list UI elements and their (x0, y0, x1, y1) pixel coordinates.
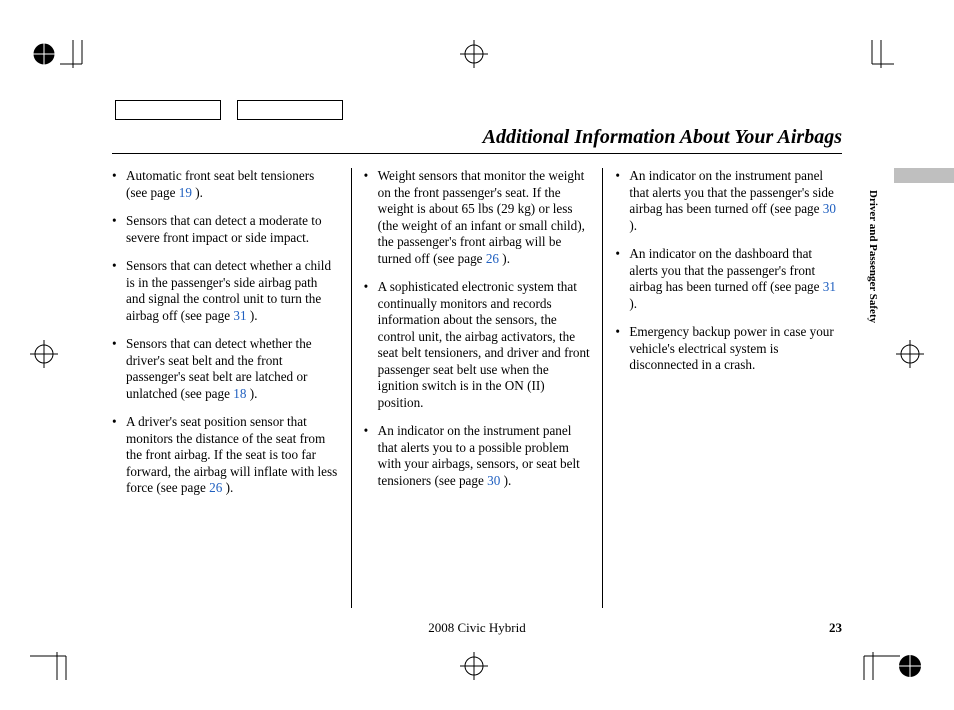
list-item: Sensors that can detect a moderate to se… (112, 213, 339, 246)
reg-mark-right (896, 340, 924, 368)
column-1: Automatic front seat belt tensioners (se… (112, 168, 351, 608)
page-ref[interactable]: 19 (179, 185, 192, 200)
page-ref[interactable]: 31 (233, 308, 246, 323)
list-item: Weight sensors that monitor the weight o… (364, 168, 591, 267)
list-item: Automatic front seat belt tensioners (se… (112, 168, 339, 201)
page-ref[interactable]: 30 (823, 201, 836, 216)
list-item: Sensors that can detect whether a child … (112, 258, 339, 324)
page-ref[interactable]: 26 (209, 480, 222, 495)
list-item: Emergency backup power in case your vehi… (615, 324, 842, 374)
list-item: Sensors that can detect whether the driv… (112, 336, 339, 402)
reg-mark-bottom (460, 652, 488, 680)
page-ref[interactable]: 31 (823, 279, 836, 294)
reg-mark-top (460, 40, 488, 68)
list-item: A driver's seat position sensor that mon… (112, 414, 339, 497)
body-columns: Automatic front seat belt tensioners (se… (112, 168, 842, 608)
footer-model: 2008 Civic Hybrid (428, 620, 526, 636)
reg-mark-tl (30, 40, 58, 68)
list-item: An indicator on the instrument panel tha… (615, 168, 842, 234)
section-label: Driver and Passenger Safety (867, 190, 879, 323)
page-ref[interactable]: 18 (233, 386, 246, 401)
page-number: 23 (829, 620, 842, 636)
page-title: Additional Information About Your Airbag… (483, 126, 842, 148)
column-3: An indicator on the instrument panel tha… (603, 168, 842, 608)
title-bar: Additional Information About Your Airbag… (112, 126, 842, 154)
reg-mark-br (896, 652, 924, 680)
header-boxes (115, 100, 359, 125)
reg-mark-left (30, 340, 58, 368)
page-ref[interactable]: 26 (486, 251, 499, 266)
list-item: A sophisticated electronic system that c… (364, 279, 591, 411)
section-tab (894, 168, 954, 183)
list-item: An indicator on the dashboard that alert… (615, 246, 842, 312)
list-item: An indicator on the instrument panel tha… (364, 423, 591, 489)
column-2: Weight sensors that monitor the weight o… (352, 168, 603, 608)
page-ref[interactable]: 30 (487, 473, 500, 488)
